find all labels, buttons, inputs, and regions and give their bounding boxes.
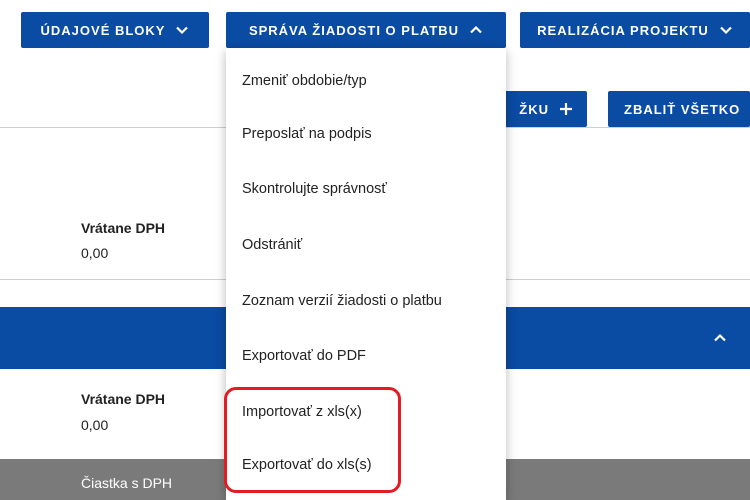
collapse-all-label: ZBALIŤ VŠETKO (624, 101, 741, 117)
data-blocks-button[interactable]: ÚDAJOVÉ BLOKY (21, 12, 209, 48)
payment-request-menu-button[interactable]: SPRÁVA ŽIADOSTI O PLATBU (226, 12, 506, 48)
menu-item-check-correctness[interactable]: Skontrolujte správnosť (242, 181, 387, 197)
chevron-down-icon (176, 26, 189, 35)
vat-included-value: 0,00 (81, 417, 109, 433)
menu-item-version-list[interactable]: Zoznam verzií žiadosti o platbu (242, 293, 442, 309)
chevron-down-icon (720, 26, 732, 35)
chevron-up-icon (470, 25, 482, 34)
vat-included-value: 0,00 (81, 245, 109, 261)
project-realization-button[interactable]: REALIZÁCIA PROJEKTU (520, 12, 750, 48)
menu-item-export-pdf[interactable]: Exportovať do PDF (242, 348, 366, 364)
chevron-up-icon[interactable] (713, 331, 727, 345)
amount-with-vat-header: Čiastka s DPH (81, 475, 173, 491)
plus-icon (560, 103, 572, 115)
vat-included-label: Vrátane DPH (81, 220, 166, 236)
menu-item-send-for-signature[interactable]: Preposlať na podpis (242, 126, 372, 142)
payment-request-label: SPRÁVA ŽIADOSTI O PLATBU (248, 22, 460, 38)
add-item-label: ŽKU (519, 101, 549, 117)
menu-item-change-period[interactable]: Zmeniť obdobie/typ (242, 73, 367, 89)
highlight-annotation (224, 387, 401, 493)
menu-item-delete[interactable]: Odstrániť (242, 237, 302, 253)
data-blocks-label: ÚDAJOVÉ BLOKY (40, 22, 166, 38)
project-realization-label: REALIZÁCIA PROJEKTU (537, 22, 709, 38)
collapse-all-button[interactable]: ZBALIŤ VŠETKO (608, 91, 750, 127)
vat-included-label: Vrátane DPH (81, 391, 166, 407)
